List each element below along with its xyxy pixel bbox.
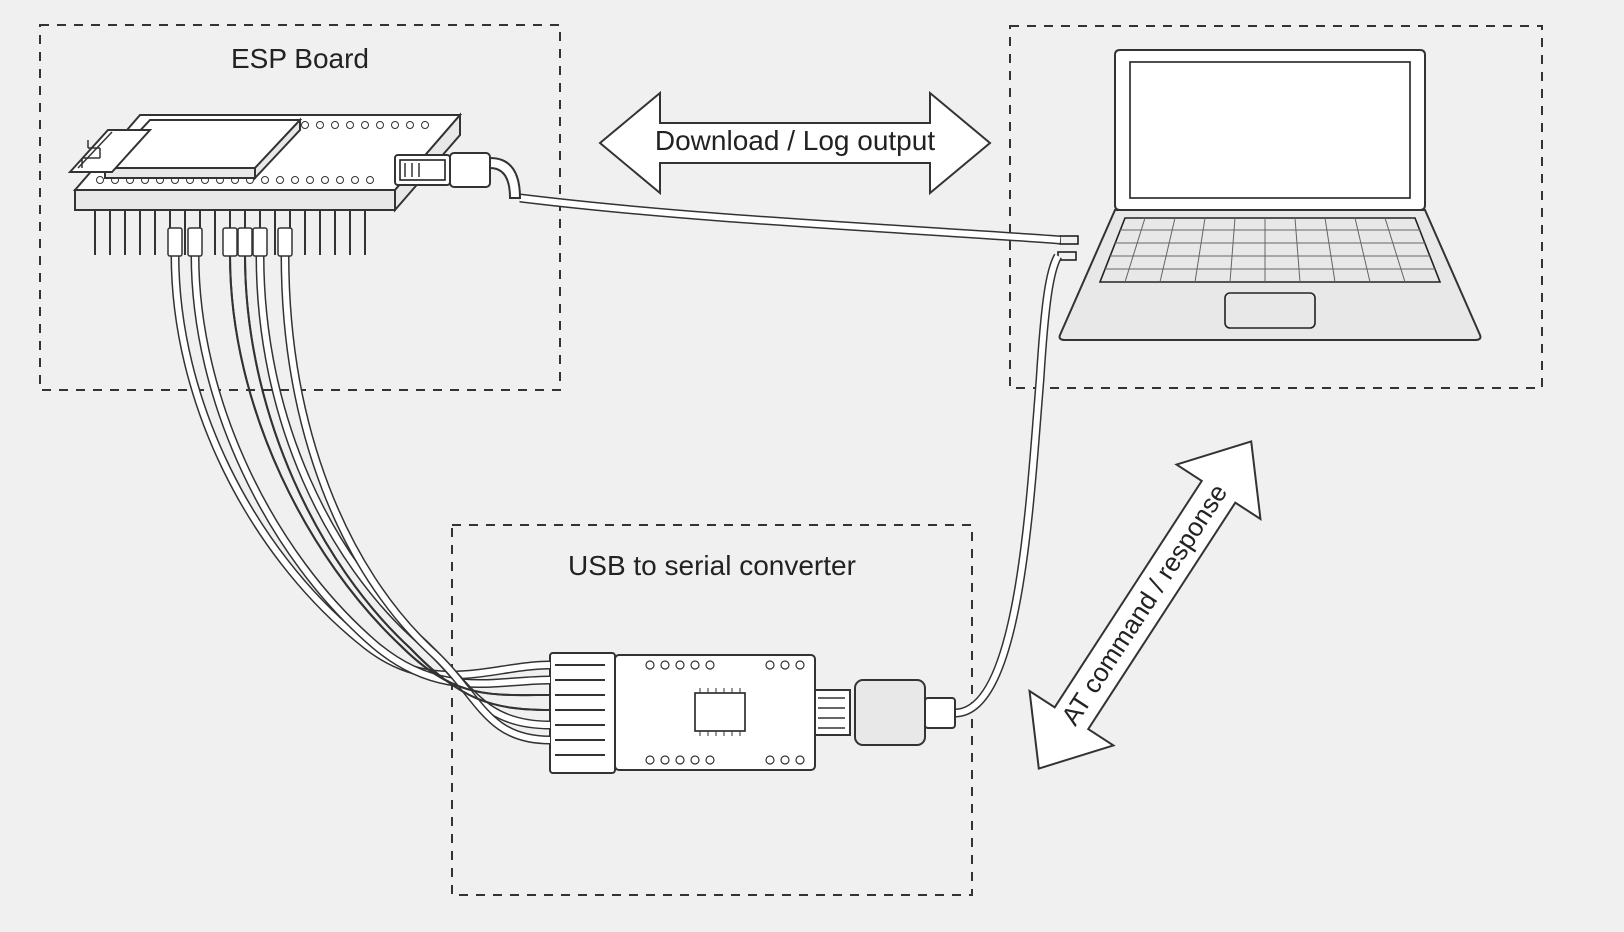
esp-label: ESP Board bbox=[231, 43, 369, 74]
top-arrow-label: Download / Log output bbox=[655, 125, 935, 156]
laptop-ports bbox=[1058, 236, 1078, 260]
diagram-canvas: .dash{fill:none;stroke:#333;stroke-width… bbox=[0, 0, 1624, 932]
right-arrow-group: AT command / response bbox=[997, 414, 1293, 796]
top-arrow-group: Download / Log output bbox=[600, 93, 990, 193]
usb-cable-top bbox=[520, 198, 1060, 240]
converter-label: USB to serial converter bbox=[568, 550, 856, 581]
right-arrow-label: AT command / response bbox=[1055, 479, 1233, 731]
laptop-icon bbox=[1060, 50, 1481, 340]
usb-serial-converter-icon bbox=[550, 653, 955, 773]
usb-cable-bottom bbox=[955, 256, 1058, 713]
esp-board-icon bbox=[70, 115, 520, 255]
esp-usb-port-icon bbox=[395, 155, 450, 185]
jumper-wires bbox=[168, 228, 550, 740]
esp-usb-plug-icon bbox=[450, 153, 520, 198]
